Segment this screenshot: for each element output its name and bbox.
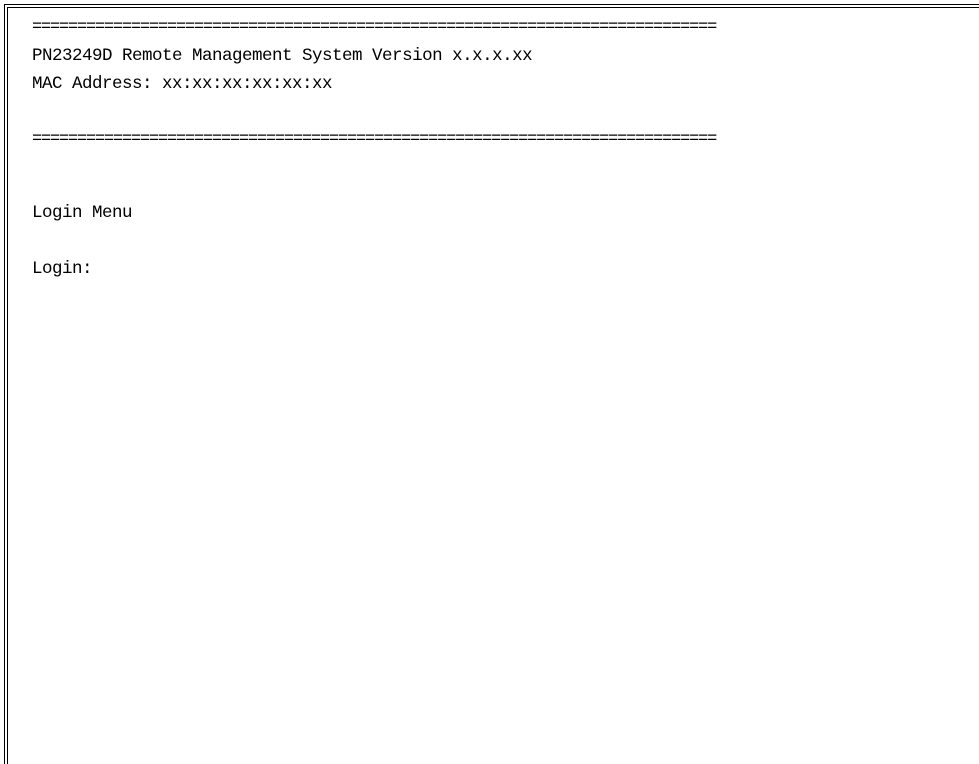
system-title: PN23249D Remote Management System Versio… xyxy=(32,46,533,66)
top-separator: ========================================… xyxy=(32,18,717,37)
mac-address-line: MAC Address: xx:xx:xx:xx:xx:xx xyxy=(32,74,333,94)
bottom-separator: ========================================… xyxy=(32,130,717,149)
login-input[interactable] xyxy=(98,257,598,281)
terminal-screen[interactable]: ========================================… xyxy=(32,14,979,283)
login-prompt-row: Login: xyxy=(32,255,979,283)
menu-title: Login Menu xyxy=(32,203,133,223)
terminal-window: ========================================… xyxy=(4,4,979,764)
login-prompt-label: Login: xyxy=(32,259,93,279)
